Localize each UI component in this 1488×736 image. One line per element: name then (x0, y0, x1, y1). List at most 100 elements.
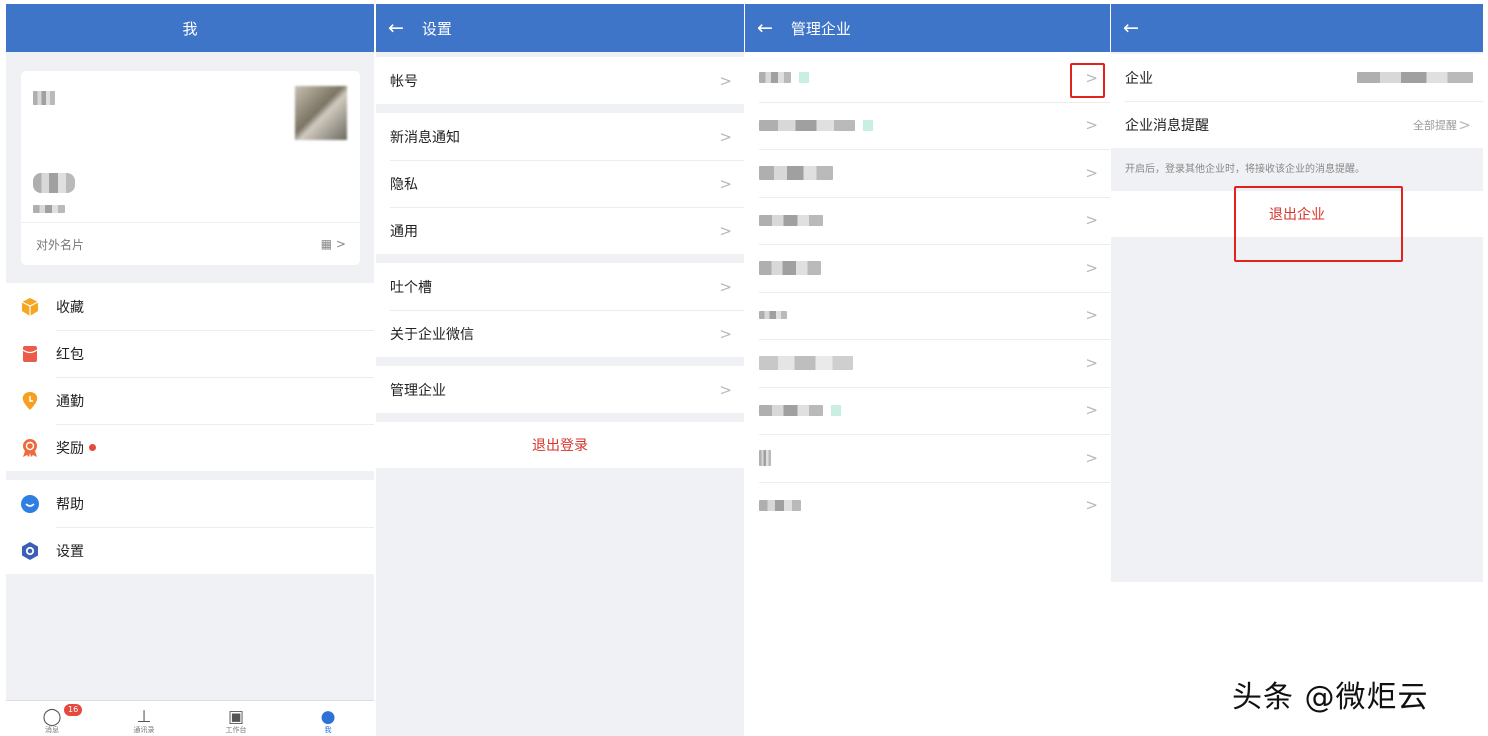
settings-header: ← 设置 (376, 4, 744, 52)
company-name-row: 企业 (1111, 54, 1483, 101)
me-menu-group-2: 帮助 设置 (6, 480, 374, 574)
red-packet-icon (20, 344, 40, 364)
blurred-company-name (759, 119, 855, 131)
tab-label: 消息 (45, 726, 59, 734)
company-row[interactable]: > (745, 244, 1110, 292)
person-icon: ● (320, 707, 336, 727)
menu-label: 收藏 (56, 299, 84, 316)
settings-panel: ← 设置 帐号 > 新消息通知 > 隐私 > 通用 > 吐个槽 > 关于企业微信 > 管理企… (376, 4, 744, 736)
blurred-company-name (759, 404, 823, 416)
company-row[interactable]: > (745, 54, 1110, 102)
blurred-name (33, 91, 55, 105)
watermark: 头条 @微炬云 (1232, 680, 1429, 715)
blurred-company-name (759, 499, 801, 511)
chevron-right-icon: > (719, 174, 732, 193)
row-label: 企业消息提醒 (1125, 117, 1209, 134)
me-panel: 我 对外名片 ▦ > 收藏 红包 通勤 奖励 帮助 设置 ◯ 16 消息 ⊥ 通… (6, 4, 374, 736)
back-arrow-icon[interactable]: ← (388, 18, 404, 38)
notify-hint: 开启后，登录其他企业时，将接收该企业的消息提醒。 (1125, 164, 1365, 175)
logout-button[interactable]: 退出登录 (376, 422, 744, 468)
highlight-box (1234, 186, 1403, 262)
company-detail-header: ← (1111, 4, 1483, 52)
menu-item-settings[interactable]: 设置 (6, 527, 374, 574)
blurred-company-value (1357, 72, 1473, 83)
chevron-right-icon: > (1085, 116, 1098, 135)
page-title: 设置 (421, 19, 452, 38)
blurred-company (33, 173, 75, 193)
company-detail-group: 企业 企业消息提醒 全部提醒 > (1111, 54, 1483, 148)
blurred-company-name (759, 214, 823, 226)
company-row[interactable]: > (745, 291, 1110, 340)
row-label: 隐私 (390, 176, 418, 193)
tab-workbench[interactable]: ▣ 工作台 (190, 701, 282, 736)
me-menu-group-1: 收藏 红包 通勤 奖励 (6, 283, 374, 471)
company-row[interactable]: > (745, 101, 1110, 150)
tab-label: 通讯录 (133, 726, 155, 734)
back-arrow-icon[interactable]: ← (1123, 18, 1139, 38)
menu-item-red-packet[interactable]: 红包 (6, 330, 374, 377)
company-row[interactable]: > (745, 434, 1110, 482)
menu-label: 设置 (56, 543, 84, 560)
chevron-right-icon: > (1085, 163, 1098, 182)
row-label: 关于企业微信 (390, 326, 474, 343)
chevron-right-icon: > (1085, 258, 1098, 277)
settings-item-general[interactable]: 通用 > (376, 207, 744, 254)
chevron-right-icon: > (719, 277, 732, 296)
profile-card[interactable]: 对外名片 ▦ > (21, 71, 360, 265)
notification-dot (89, 444, 96, 451)
tab-label: 我 (324, 726, 332, 734)
chevron-right-icon: > (719, 324, 732, 343)
tab-messages[interactable]: ◯ 16 消息 (6, 701, 98, 736)
help-bubble-icon (20, 494, 40, 514)
tab-me[interactable]: ● 我 (282, 701, 374, 736)
company-row[interactable]: > (745, 386, 1110, 435)
menu-label: 奖励 (56, 440, 84, 457)
settings-group: 帐号 > (376, 57, 744, 104)
blurred-tag (831, 404, 841, 416)
commute-location-icon (20, 391, 40, 411)
chevron-right-icon: > (1085, 401, 1098, 420)
row-label: 企业 (1125, 70, 1153, 87)
menu-item-award[interactable]: 奖励 (6, 424, 374, 471)
company-row[interactable]: > (745, 196, 1110, 245)
manage-companies-panel: ← 管理企业 > > > > > > > > > > (745, 4, 1110, 736)
blurred-company-name (759, 72, 791, 84)
row-label: 管理企业 (390, 382, 446, 399)
settings-item-feedback[interactable]: 吐个槽 > (376, 263, 744, 310)
settings-item-notifications[interactable]: 新消息通知 > (376, 113, 744, 160)
me-header: 我 (6, 4, 374, 52)
settings-group: 吐个槽 > 关于企业微信 > (376, 263, 744, 357)
qr-code-icon[interactable]: ▦ > (321, 237, 346, 251)
org-chart-icon: ⊥ (136, 707, 152, 727)
menu-item-favorites[interactable]: 收藏 (6, 283, 374, 330)
back-arrow-icon[interactable]: ← (757, 18, 773, 38)
settings-item-privacy[interactable]: 隐私 > (376, 160, 744, 207)
tab-label: 工作台 (225, 726, 247, 734)
blurred-tag (799, 72, 809, 84)
settings-item-manage-company[interactable]: 管理企业 > (376, 366, 744, 413)
company-row[interactable]: > (745, 481, 1110, 530)
menu-label: 通勤 (56, 393, 84, 410)
row-label: 新消息通知 (390, 129, 460, 146)
tab-contacts[interactable]: ⊥ 通讯录 (98, 701, 190, 736)
blurred-company-name (759, 311, 787, 320)
blurred-company-name (759, 449, 771, 466)
menu-label: 红包 (56, 346, 84, 363)
chevron-right-icon: > (719, 221, 732, 240)
menu-item-commute[interactable]: 通勤 (6, 377, 374, 424)
settings-hexagon-icon (20, 541, 40, 561)
avatar[interactable] (295, 86, 347, 140)
settings-item-account[interactable]: 帐号 > (376, 57, 744, 104)
company-notify-row[interactable]: 企业消息提醒 全部提醒 > (1111, 101, 1483, 148)
menu-item-help[interactable]: 帮助 (6, 480, 374, 527)
highlight-box (1070, 63, 1105, 98)
notify-value: 全部提醒 (1413, 118, 1457, 132)
business-card-row[interactable]: 对外名片 ▦ > (21, 222, 360, 265)
settings-item-about[interactable]: 关于企业微信 > (376, 310, 744, 357)
company-row[interactable]: > (745, 339, 1110, 387)
blurred-company-name (759, 165, 833, 180)
company-row[interactable]: > (745, 149, 1110, 197)
chevron-right-icon: > (1085, 496, 1098, 515)
chevron-right-icon: > (1458, 115, 1471, 134)
blurred-title (33, 205, 65, 213)
